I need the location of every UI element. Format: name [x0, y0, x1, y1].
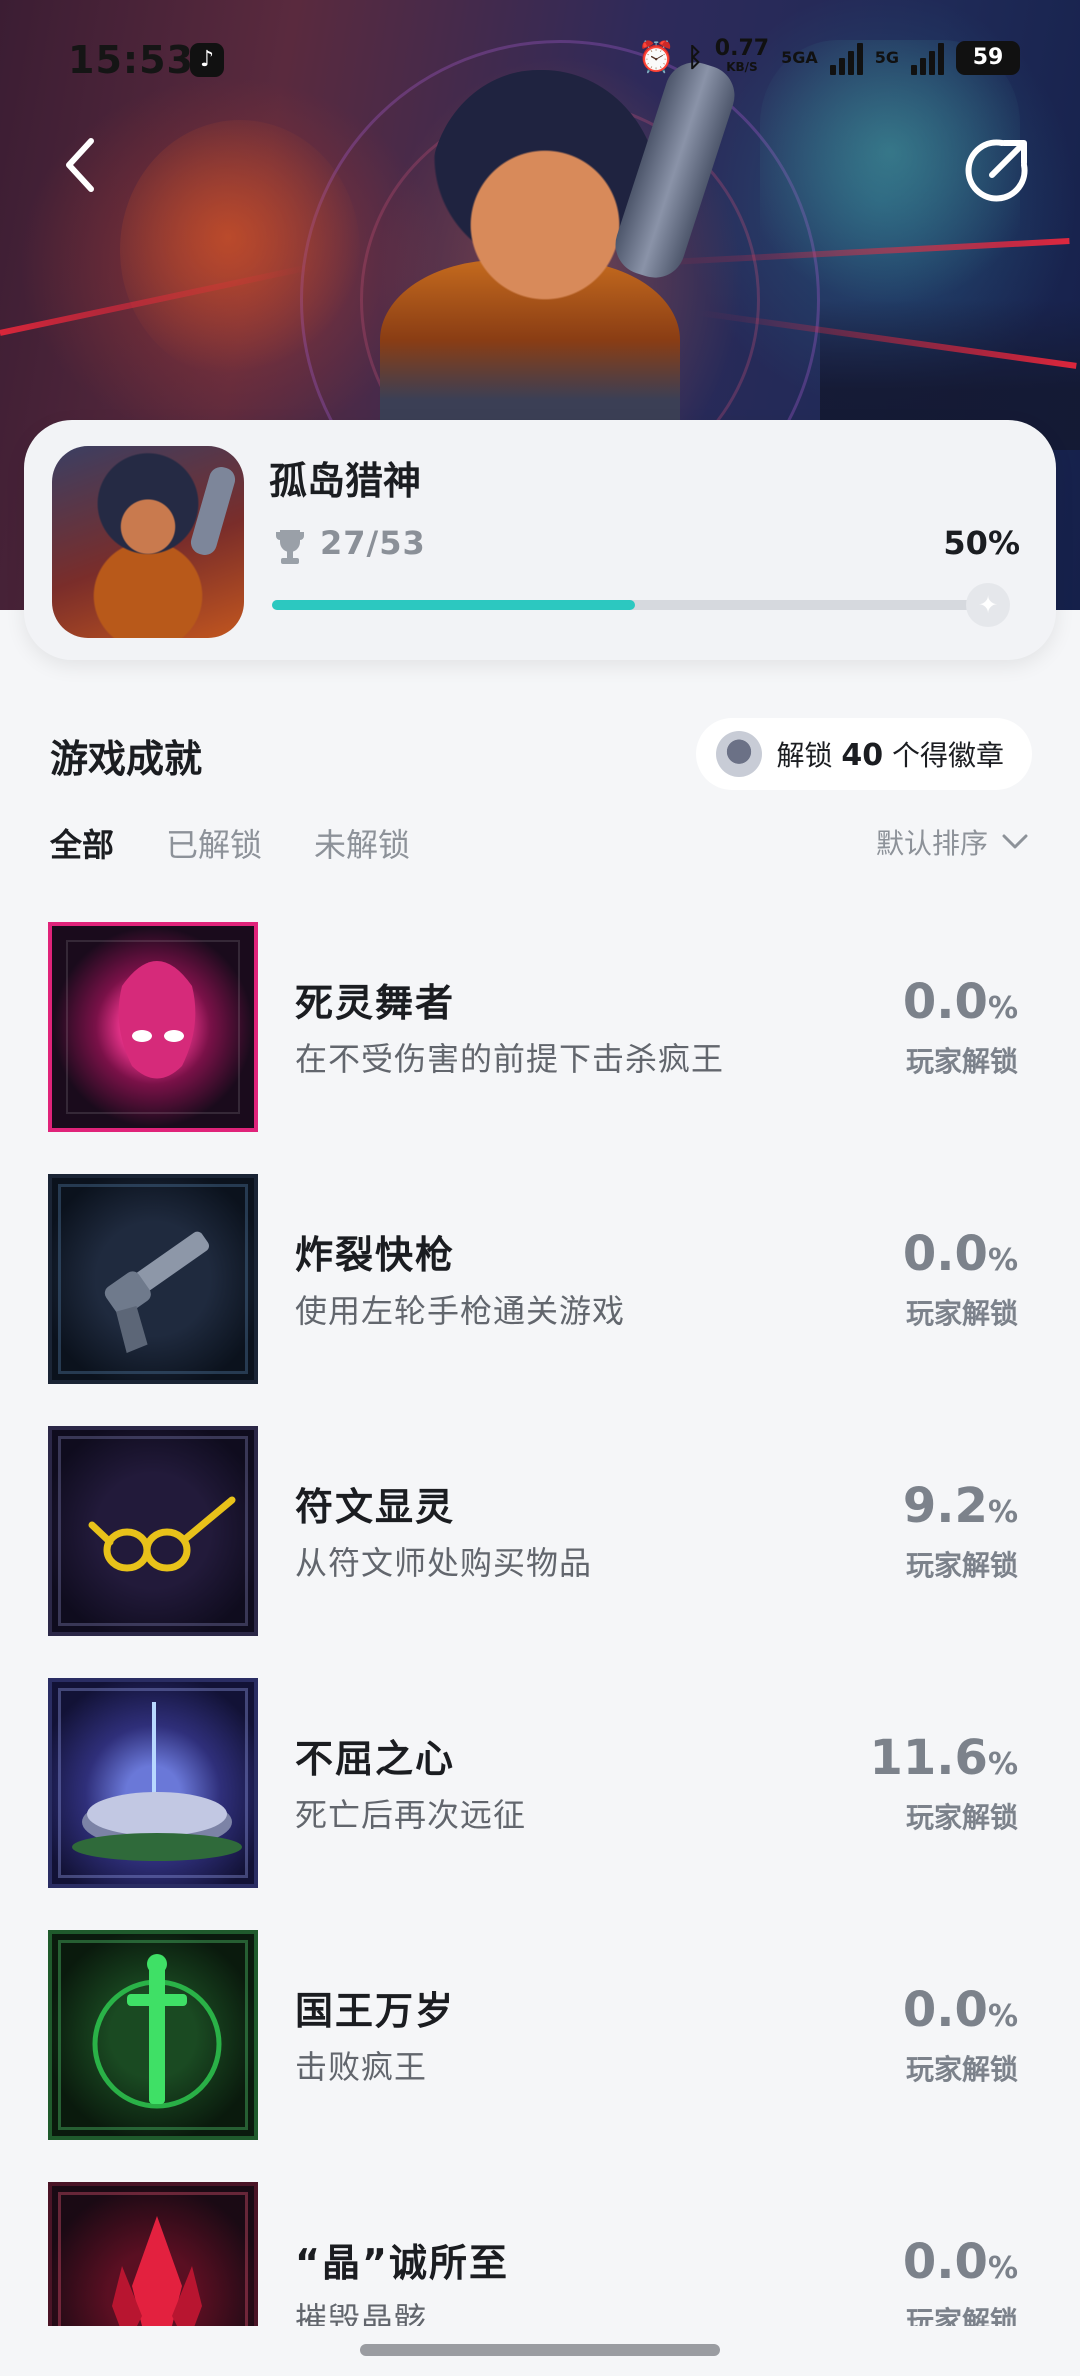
crystal-icon — [48, 2182, 258, 2326]
tab-all[interactable]: 全部 — [50, 820, 114, 866]
badge-medal-icon: ✦ — [966, 583, 1010, 627]
tab-unlocked[interactable]: 已解锁 — [166, 820, 262, 866]
achievement-progress-fill — [272, 600, 635, 610]
percent-value: 0.0 — [902, 2234, 988, 2290]
achievement-name: 死灵舞者 — [295, 981, 456, 1025]
filter-tabs: 全部 已解锁 未解锁 — [50, 820, 410, 866]
achievement-item[interactable]: 不屈之心 死亡后再次远征 11.6% 玩家解锁 — [0, 1678, 1080, 1888]
achievement-item[interactable]: 炸裂快枪 使用左轮手枪通关游戏 0.0% 玩家解锁 — [0, 1174, 1080, 1384]
network-speed-unit: KB/S — [726, 59, 758, 74]
achievement-percent: 0.0% — [903, 1982, 1018, 2038]
percent-sign: % — [987, 2251, 1018, 2286]
achievement-desc: 死亡后再次远征 — [295, 1796, 527, 1834]
achievement-desc: 在不受伤害的前提下击杀疯王 — [295, 1040, 725, 1078]
home-indicator[interactable] — [360, 2344, 720, 2356]
percent-value: 0.0 — [902, 1982, 988, 2038]
signal-label-5g: 5G — [874, 48, 899, 67]
achievement-name: “晶”诚所至 — [295, 2241, 509, 2285]
achievement-progress-count: 27/53 — [320, 524, 426, 562]
achievement-item[interactable]: 死灵舞者 在不受伤害的前提下击杀疯王 0.0% 玩家解锁 — [0, 922, 1080, 1132]
achievement-item[interactable]: 符文显灵 从符文师处购买物品 9.2% 玩家解锁 — [0, 1426, 1080, 1636]
percent-sign: % — [987, 1999, 1018, 2034]
revolver-art — [104, 1231, 210, 1354]
altar-art — [72, 1702, 242, 1861]
network-speed-value: 0.77 — [714, 35, 770, 61]
achievement-name: 不屈之心 — [295, 1737, 456, 1781]
sort-dropdown[interactable]: 默认排序 — [876, 822, 1028, 862]
achievement-unlock-label: 玩家解锁 — [905, 1801, 1018, 1834]
badge-prefix: 解锁 — [776, 739, 842, 772]
achievement-desc: 击败疯王 — [295, 2048, 428, 2086]
percent-sign: % — [987, 991, 1018, 1026]
achievement-percent: 0.0% — [903, 1226, 1018, 1282]
unlock-badge-pill[interactable]: 解锁 40 个得徽章 — [696, 718, 1032, 790]
sword-art — [92, 1954, 222, 2109]
percent-sign: % — [987, 1243, 1018, 1278]
revolver-icon — [48, 1174, 258, 1384]
game-info-card: 孤岛猎神 27/53 50% ✦ — [24, 420, 1056, 660]
battery-icon: 59 — [956, 40, 1020, 75]
share-button[interactable] — [962, 135, 1032, 205]
achievement-name: 炸裂快枪 — [295, 1233, 456, 1277]
sort-label: 默认排序 — [875, 827, 988, 860]
signal-bars-icon — [829, 41, 863, 75]
game-title: 孤岛猎神 — [269, 459, 422, 503]
back-button[interactable] — [50, 135, 110, 195]
achievement-item[interactable]: “晶”诚所至 摧毁晶骸 0.0% 玩家解锁 — [0, 2182, 1080, 2326]
signal-label-5ga: 5GA — [781, 48, 818, 67]
achievement-progress-percent: 50% — [943, 524, 1020, 562]
badge-text: 解锁 40 个得徽章 — [776, 734, 1004, 774]
achievement-unlock-label: 玩家解锁 — [905, 1549, 1018, 1582]
achievement-list: 死灵舞者 在不受伤害的前提下击杀疯王 0.0% 玩家解锁 炸裂快枪 使用左轮手枪… — [0, 922, 1080, 2326]
achievement-percent: 0.0% — [903, 974, 1018, 1030]
game-icon-gun — [188, 464, 238, 558]
share-icon — [965, 139, 1028, 202]
achievement-desc: 摧毁晶骸 — [295, 2300, 428, 2326]
chevron-left-icon — [66, 138, 94, 192]
signal-bars-icon — [911, 41, 944, 75]
achievement-percent: 9.2% — [903, 1478, 1018, 1534]
percent-value: 0.0 — [902, 1226, 988, 1282]
percent-sign: % — [987, 1495, 1018, 1530]
trophy-icon — [276, 530, 304, 564]
achievement-desc: 从符文师处购买物品 — [295, 1544, 593, 1582]
achievement-percent: 11.6% — [870, 1730, 1019, 1786]
percent-sign: % — [987, 1747, 1018, 1782]
achievements-title: 游戏成就 — [50, 737, 203, 781]
percent-value: 0.0 — [902, 974, 988, 1030]
badge-count: 40 — [841, 738, 884, 773]
necro-dancer-icon — [48, 922, 258, 1132]
achievement-item[interactable]: 国王万岁 击败疯王 0.0% 玩家解锁 — [0, 1930, 1080, 2140]
achievement-unlock-label: 玩家解锁 — [905, 1045, 1018, 1078]
percent-value: 11.6 — [869, 1730, 988, 1786]
tiktok-icon: ♪ — [190, 43, 224, 77]
achievement-name: 符文显灵 — [295, 1485, 456, 1529]
game-icon — [52, 446, 244, 638]
achievement-desc: 使用左轮手枪通关游戏 — [295, 1292, 626, 1330]
bluetooth-icon: ᛒ — [687, 42, 703, 73]
tab-locked[interactable]: 未解锁 — [314, 820, 410, 866]
achievement-progress-bar — [272, 600, 998, 610]
glasses-art — [88, 1496, 236, 1572]
badge-suffix: 个得徽章 — [883, 739, 1004, 772]
alarm-icon: ⏰ — [637, 40, 676, 75]
crystal-art — [112, 2216, 202, 2326]
achievement-percent: 0.0% — [903, 2234, 1018, 2290]
badge-avatar-icon — [716, 731, 763, 777]
status-time: 15:53 — [68, 38, 194, 82]
sword-icon — [48, 1930, 258, 2140]
glasses-icon — [48, 1426, 258, 1636]
network-speed: 0.77 KB/S — [715, 37, 769, 75]
status-right: ⏰ ᛒ 0.77 KB/S 5GA 5G 59 — [637, 37, 1020, 75]
hero-fox-figure — [120, 120, 360, 380]
chevron-down-icon — [1002, 834, 1028, 849]
achievement-unlock-label: 玩家解锁 — [905, 2053, 1018, 2086]
status-bar: 15:53 ♪ ⏰ ᛒ 0.77 KB/S 5GA 5G 59 — [0, 0, 1080, 130]
necro-face-art — [118, 961, 196, 1079]
achievement-name: 国王万岁 — [295, 1989, 456, 2033]
achievement-unlock-label: 玩家解锁 — [905, 1297, 1018, 1330]
altar-icon — [48, 1678, 258, 1888]
achievement-unlock-label: 玩家解锁 — [905, 2305, 1018, 2326]
percent-value: 9.2 — [902, 1478, 988, 1534]
